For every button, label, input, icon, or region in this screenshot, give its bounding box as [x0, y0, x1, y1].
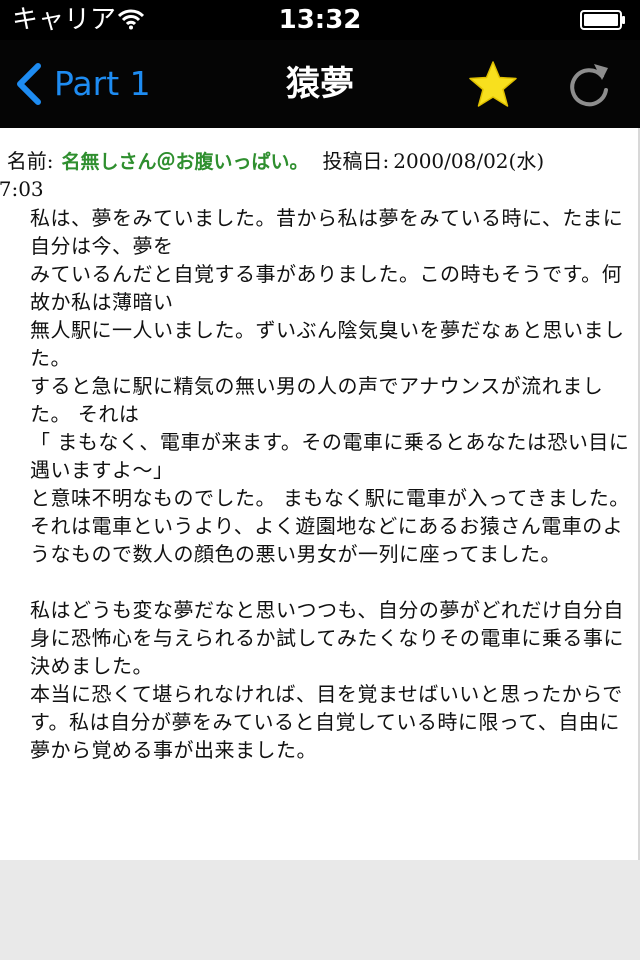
- body-line: すると急に駅に精気の無い男の人の声でアナウンスが流れました。 それは: [30, 374, 604, 426]
- battery-icon: [580, 10, 625, 30]
- date-label: 投稿日:: [322, 149, 390, 173]
- refresh-button[interactable]: [566, 58, 614, 112]
- body-line: 「 まもなく、電車が来ます。その電車に乗るとあなたは恐い目に遇いますよ～」: [30, 430, 630, 482]
- back-button-label: Part 1: [54, 64, 151, 103]
- author-name[interactable]: 名無しさん＠お腹いっぱい。: [61, 147, 308, 177]
- body-line: 私は、夢をみていました。昔から私は夢をみている時に、たまに自分は今、夢を: [30, 206, 624, 258]
- body-blank-line: [30, 568, 636, 596]
- empty-background: [0, 860, 640, 960]
- body-line: 私はどうも変な夢だなと思いつつも、自分の夢がどれだけ自分自身に恐怖心を与えられる…: [30, 598, 624, 678]
- name-label: 名前:: [6, 149, 54, 173]
- body-line: 本当に恐くて堪られなければ、目を覚ませばいいと思ったからです。私は自分が夢をみて…: [30, 682, 623, 762]
- chevron-left-icon: [17, 63, 41, 105]
- post-header: 9名前:名無しさん＠お腹いっぱい。投稿日:2000/08/02(水) 07:03: [0, 146, 638, 204]
- post-time: 07:03: [0, 177, 44, 201]
- star-icon: [469, 61, 517, 107]
- body-line: それは電車というより、よく遊園地などにあるお猿さん電車のようなもので数人の顔色の…: [30, 514, 624, 566]
- status-bar: キャリア 13:32: [0, 0, 640, 40]
- refresh-icon: [570, 64, 608, 107]
- navigation-bar: Part 1 猿夢: [0, 40, 640, 128]
- body-line: みているんだと自覚する事がありました。この時もそうです。何故か私は薄暗い: [30, 262, 623, 314]
- body-line: 無人駅に一人いました。ずいぶん陰気臭いを夢だなぁと思いました。: [30, 318, 625, 370]
- post-body: 私は、夢をみていました。昔から私は夢をみている時に、たまに自分は今、夢を みてい…: [30, 204, 636, 764]
- status-time: 13:32: [278, 5, 362, 35]
- favorite-button[interactable]: [466, 58, 520, 112]
- post-content-area[interactable]: 9名前:名無しさん＠お腹いっぱい。投稿日:2000/08/02(水) 07:03…: [0, 128, 640, 860]
- back-button[interactable]: Part 1: [14, 60, 154, 108]
- post-date: 2000/08/02(水): [393, 149, 545, 173]
- body-line: と意味不明なものでした。 まもなく駅に電車が入ってきました。: [30, 486, 630, 510]
- page-title: 猿夢: [286, 64, 354, 104]
